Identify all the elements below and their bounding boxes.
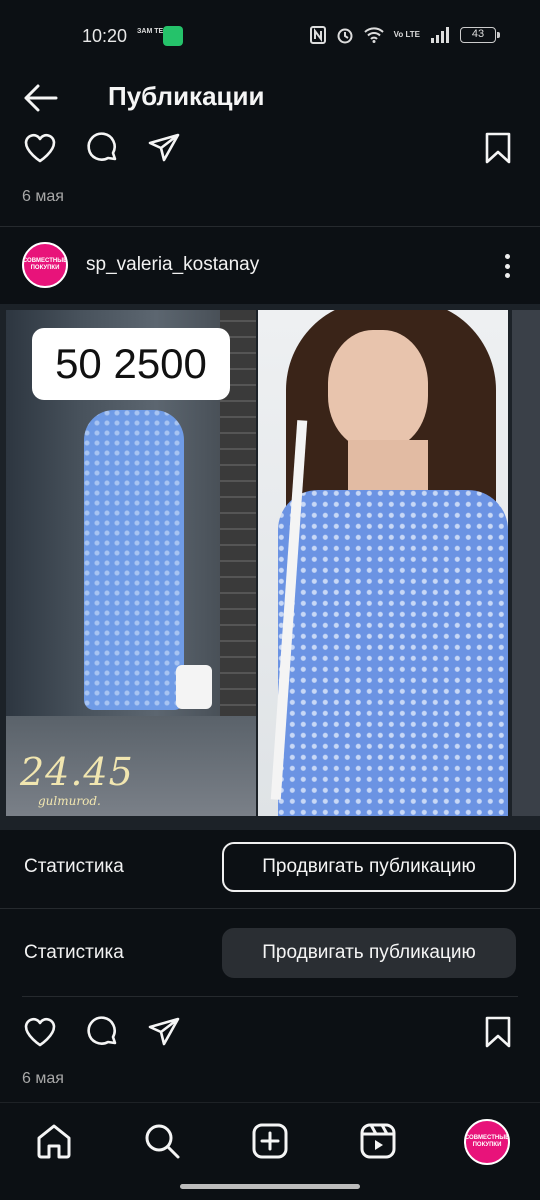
- comment-icon: [87, 132, 117, 161]
- more-dot-icon: [504, 254, 510, 259]
- plus-square-icon: [252, 1123, 288, 1159]
- post-date: 6 мая: [22, 1070, 64, 1087]
- blue-dress-closeup: [278, 490, 508, 816]
- watermark: 24.45: [20, 750, 134, 794]
- post-header: СОВМЕСТНЫЕ ПОКУПКИ sp_valeria_kostanay: [0, 238, 540, 294]
- share-button[interactable]: [146, 130, 182, 166]
- photo-closeup: [258, 310, 508, 816]
- divider: [0, 226, 540, 227]
- nav-profile-avatar[interactable]: СОВМЕСТНЫЕ ПОКУПКИ: [464, 1119, 510, 1165]
- watermark-signature: gulmurod.: [38, 794, 101, 808]
- post-actions: [0, 1008, 540, 1052]
- previous-post-date: 6 мая: [22, 188, 64, 205]
- white-bag: [176, 665, 212, 709]
- stats-row: Статистика Продвигать публикацию: [0, 840, 540, 894]
- status-time: 10:20: [82, 26, 128, 46]
- photo-full-dress: 50 2500 24.45 gulmurod.: [6, 310, 256, 816]
- next-image-edge: [512, 310, 540, 816]
- send-icon: [148, 133, 180, 162]
- search-icon: [145, 1124, 180, 1159]
- username[interactable]: sp_valeria_kostanay: [86, 254, 259, 276]
- avatar[interactable]: СОВМЕСТНЫЕ ПОКУПКИ: [22, 242, 68, 288]
- nav-reels[interactable]: [358, 1121, 398, 1161]
- reels-icon: [360, 1123, 396, 1159]
- divider: [0, 908, 540, 909]
- nav-create[interactable]: [250, 1121, 290, 1161]
- nav-search[interactable]: [142, 1121, 182, 1161]
- avatar-text: СОВМЕСТНЫЕ ПОКУПКИ: [22, 258, 68, 271]
- more-options-button[interactable]: [496, 250, 518, 282]
- battery-indicator: 43: [460, 27, 500, 43]
- comment-button[interactable]: [84, 130, 120, 166]
- post-image[interactable]: 50 2500 24.45 gulmurod.: [0, 304, 540, 830]
- statistics-link[interactable]: Статистика: [24, 942, 124, 964]
- send-icon: [148, 1017, 180, 1046]
- nav-avatar-text: СОВМЕСТНЫЕ ПОКУПКИ: [464, 1135, 510, 1148]
- stats-row: Статистика Продвигать публикацию: [0, 926, 540, 980]
- bookmark-icon: [485, 132, 511, 164]
- comment-button[interactable]: [84, 1014, 120, 1050]
- status-bar: 10:20 ЗАМ ТEMU Vo LTE 43: [0, 0, 540, 72]
- promote-post-button[interactable]: Продвигать публикацию: [222, 928, 516, 978]
- fitness-app-icon: [163, 26, 183, 46]
- save-button[interactable]: [480, 1014, 516, 1050]
- nfc-icon: [309, 26, 326, 44]
- top-bar: Публикации: [0, 72, 540, 124]
- save-button[interactable]: [480, 130, 516, 166]
- arrow-left-icon: [24, 84, 58, 112]
- promote-post-button[interactable]: Продвигать публикацию: [222, 842, 516, 892]
- heart-icon: [24, 1017, 56, 1047]
- divider: [22, 996, 518, 997]
- page-title: Публикации: [108, 81, 265, 111]
- more-dot-icon: [504, 273, 510, 278]
- face: [328, 330, 428, 450]
- bookmark-icon: [485, 1016, 511, 1048]
- more-dot-icon: [504, 263, 510, 269]
- comment-icon: [87, 1016, 117, 1045]
- wifi-icon: [363, 27, 384, 43]
- nav-home[interactable]: [34, 1121, 74, 1161]
- like-button[interactable]: [22, 1014, 58, 1050]
- heart-icon: [24, 133, 56, 163]
- blue-dress: [84, 410, 184, 710]
- status-indicators: Vo LTE 43: [309, 26, 500, 44]
- home-icon: [37, 1124, 71, 1159]
- previous-post-actions: [0, 128, 540, 172]
- share-button[interactable]: [146, 1014, 182, 1050]
- alarm-icon: [337, 28, 353, 44]
- statistics-link[interactable]: Статистика: [24, 856, 124, 878]
- gesture-bar[interactable]: [180, 1184, 360, 1189]
- volte-indicator: Vo LTE: [393, 30, 420, 39]
- price-tag: 50 2500: [32, 328, 230, 400]
- back-button[interactable]: [20, 80, 64, 116]
- like-button[interactable]: [22, 130, 58, 166]
- signal-icon: [431, 27, 449, 43]
